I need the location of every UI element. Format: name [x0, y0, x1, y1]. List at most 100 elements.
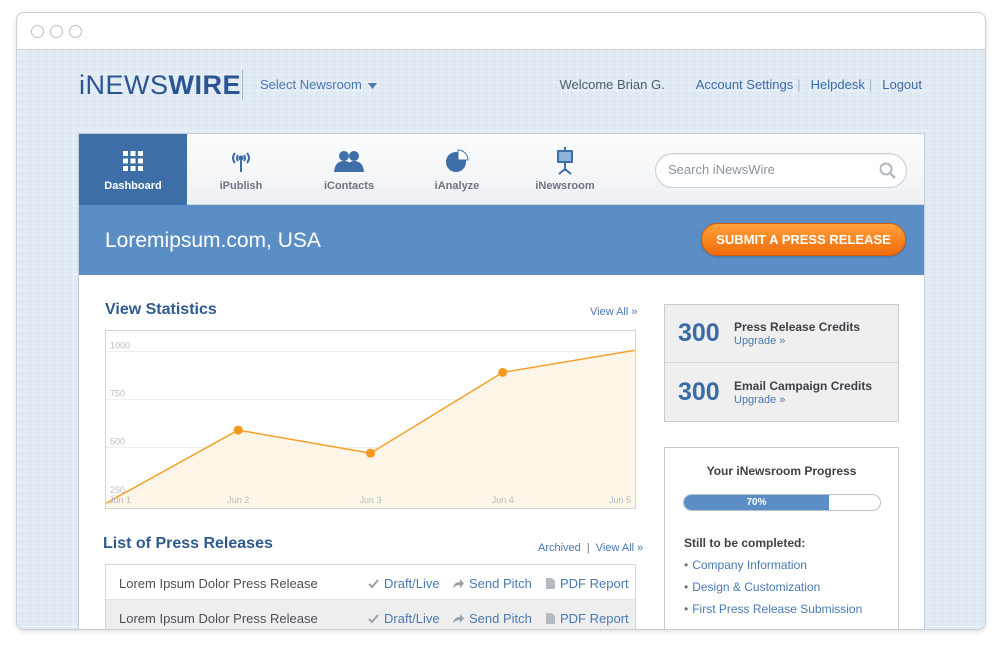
x-tick-label: Jun 5	[609, 495, 631, 505]
press-releases-view-all-link[interactable]: View All »	[596, 542, 644, 554]
nav-inewsroom[interactable]: iNewsroom	[511, 134, 619, 205]
todo-item[interactable]: • Company Information	[684, 558, 807, 572]
newsroom-progress: Your iNewsroom Progress 70% Still to be …	[664, 447, 899, 629]
still-to-complete-title: Still to be completed:	[684, 536, 806, 550]
nav-ipublish-label: iPublish	[219, 180, 263, 192]
press-release-list: Lorem Ipsum Dolor Press Release Draft/Li…	[105, 564, 636, 629]
user-menu: Welcome Brian G. Account Settings | Help…	[559, 77, 922, 92]
check-icon	[368, 579, 379, 588]
progress-title: Your iNewsroom Progress	[706, 464, 857, 478]
todo-first-press-release[interactable]: First Press Release Submission	[692, 602, 862, 616]
series-area	[106, 350, 635, 508]
page-background: iNEWSWIRE Select Newsroom Welcome Brian …	[17, 50, 985, 629]
window-minimize-button[interactable]	[50, 25, 63, 38]
data-point	[498, 367, 508, 377]
nav-dashboard[interactable]: Dashboard	[79, 134, 187, 205]
window-close-button[interactable]	[31, 25, 44, 38]
chevron-down-icon	[367, 82, 377, 89]
nav-inewsroom-label: iNewsroom	[535, 180, 595, 192]
document-icon	[546, 613, 555, 624]
x-tick-label: Jun 2	[227, 495, 249, 505]
todo-item[interactable]: • First Press Release Submission	[684, 602, 862, 616]
account-banner: Loremipsum.com, USA SUBMIT A PRESS RELEA…	[79, 205, 924, 275]
document-icon	[546, 578, 555, 589]
press-release-title[interactable]: Lorem Ipsum Dolor Press Release	[119, 576, 318, 591]
y-tick-label: 500	[110, 437, 125, 447]
data-point	[233, 425, 243, 435]
y-tick-label: 1000	[110, 340, 130, 350]
nav-icontacts[interactable]: iContacts	[295, 134, 403, 205]
window-maximize-button[interactable]	[69, 25, 82, 38]
bullet: •	[684, 558, 689, 572]
nav-ipublish[interactable]: iPublish	[187, 134, 295, 205]
antenna-icon	[232, 152, 250, 172]
nav-ianalyze-label: iAnalyze	[434, 180, 480, 192]
x-tick-label: Jun 1	[109, 495, 131, 505]
helpdesk-link[interactable]: Helpdesk	[811, 77, 865, 92]
press-credits-label: Press Release Credits	[734, 320, 861, 334]
x-tick-label: Jun 4	[492, 495, 514, 505]
todo-design-customization[interactable]: Design & Customization	[692, 580, 820, 594]
submit-press-release-button[interactable]: SUBMIT A PRESS RELEASE	[701, 223, 906, 256]
share-arrow-icon	[453, 578, 464, 588]
search-input[interactable]	[668, 162, 868, 177]
nav-dashboard-label: Dashboard	[104, 180, 162, 192]
statistics-title: View Statistics	[105, 301, 217, 318]
archived-link[interactable]: Archived	[538, 542, 581, 554]
link-separator: |	[868, 77, 873, 92]
email-credits-upgrade-link[interactable]: Upgrade »	[734, 394, 785, 406]
share-arrow-icon	[453, 613, 464, 623]
progress-bar: 70%	[683, 494, 881, 511]
statistics-chart: 1000 750 500 250 Jun 1 Jun 2 Jun 3 Jun 4 Jun 5	[105, 330, 636, 509]
list-item[interactable]: Lorem Ipsum Dolor Press Release Draft/Li…	[106, 600, 635, 629]
dashboard-panel: Dashboard iPublish iContacts iAnalyze iN…	[78, 133, 925, 629]
line-chart: 1000750500250Jun 1 Jun 2 Jun 3 Jun 4 Jun 5	[105, 340, 636, 508]
nav-icontacts-label: iContacts	[323, 180, 375, 192]
todo-company-information[interactable]: Company Information	[692, 558, 807, 572]
window-titlebar	[17, 13, 985, 50]
email-credits: 300 Email Campaign Credits Upgrade »	[665, 364, 898, 422]
logo[interactable]: iNEWSWIRE	[79, 70, 241, 101]
list-item[interactable]: Lorem Ipsum Dolor Press Release Draft/Li…	[106, 565, 635, 600]
logout-link[interactable]: Logout	[882, 77, 922, 92]
pdf-report-link[interactable]: PDF Report	[546, 576, 629, 591]
status-link[interactable]: Draft/Live	[368, 611, 440, 626]
account-settings-link[interactable]: Account Settings	[696, 77, 794, 92]
bullet: •	[684, 602, 689, 616]
email-credits-label: Email Campaign Credits	[734, 379, 873, 393]
nav-ianalyze[interactable]: iAnalyze	[403, 134, 511, 205]
send-pitch-link[interactable]: Send Pitch	[453, 576, 532, 591]
main-nav: Dashboard iPublish iContacts iAnalyze iN…	[79, 134, 924, 205]
email-credits-count: 300	[678, 378, 720, 406]
send-pitch-link[interactable]: Send Pitch	[453, 611, 532, 626]
bullet: •	[684, 580, 689, 594]
welcome-text: Welcome Brian G.	[559, 77, 665, 92]
presentation-icon	[557, 147, 573, 175]
credits-box: 300 Press Release Credits Upgrade » 300 …	[664, 304, 899, 422]
grid-icon	[123, 151, 143, 171]
statistics-view-all-link[interactable]: View All »	[590, 306, 638, 318]
check-icon	[368, 614, 379, 623]
search-icon[interactable]	[879, 162, 896, 179]
pdf-report-label: PDF Report	[560, 611, 629, 626]
press-credits-count: 300	[678, 319, 720, 347]
y-tick-label: 750	[110, 389, 125, 399]
status-label: Draft/Live	[384, 576, 440, 591]
todo-item[interactable]: • Design & Customization	[684, 580, 820, 594]
press-credits-upgrade-link[interactable]: Upgrade »	[734, 335, 785, 347]
search-box	[655, 153, 907, 188]
status-link[interactable]: Draft/Live	[368, 576, 440, 591]
logo-light-text: iNEWS	[79, 70, 169, 100]
newsroom-select[interactable]: Select Newsroom	[260, 77, 377, 92]
press-releases-title: List of Press Releases	[103, 535, 273, 552]
contacts-icon	[334, 151, 364, 172]
press-release-title[interactable]: Lorem Ipsum Dolor Press Release	[119, 611, 318, 626]
x-tick-label: Jun 3	[359, 495, 381, 505]
pdf-report-label: PDF Report	[560, 576, 629, 591]
link-separator: |	[586, 542, 590, 554]
logo-divider	[242, 70, 243, 100]
status-label: Draft/Live	[384, 611, 440, 626]
pdf-report-link[interactable]: PDF Report	[546, 611, 629, 626]
send-pitch-label: Send Pitch	[469, 576, 532, 591]
press-credits: 300 Press Release Credits Upgrade »	[665, 305, 898, 363]
